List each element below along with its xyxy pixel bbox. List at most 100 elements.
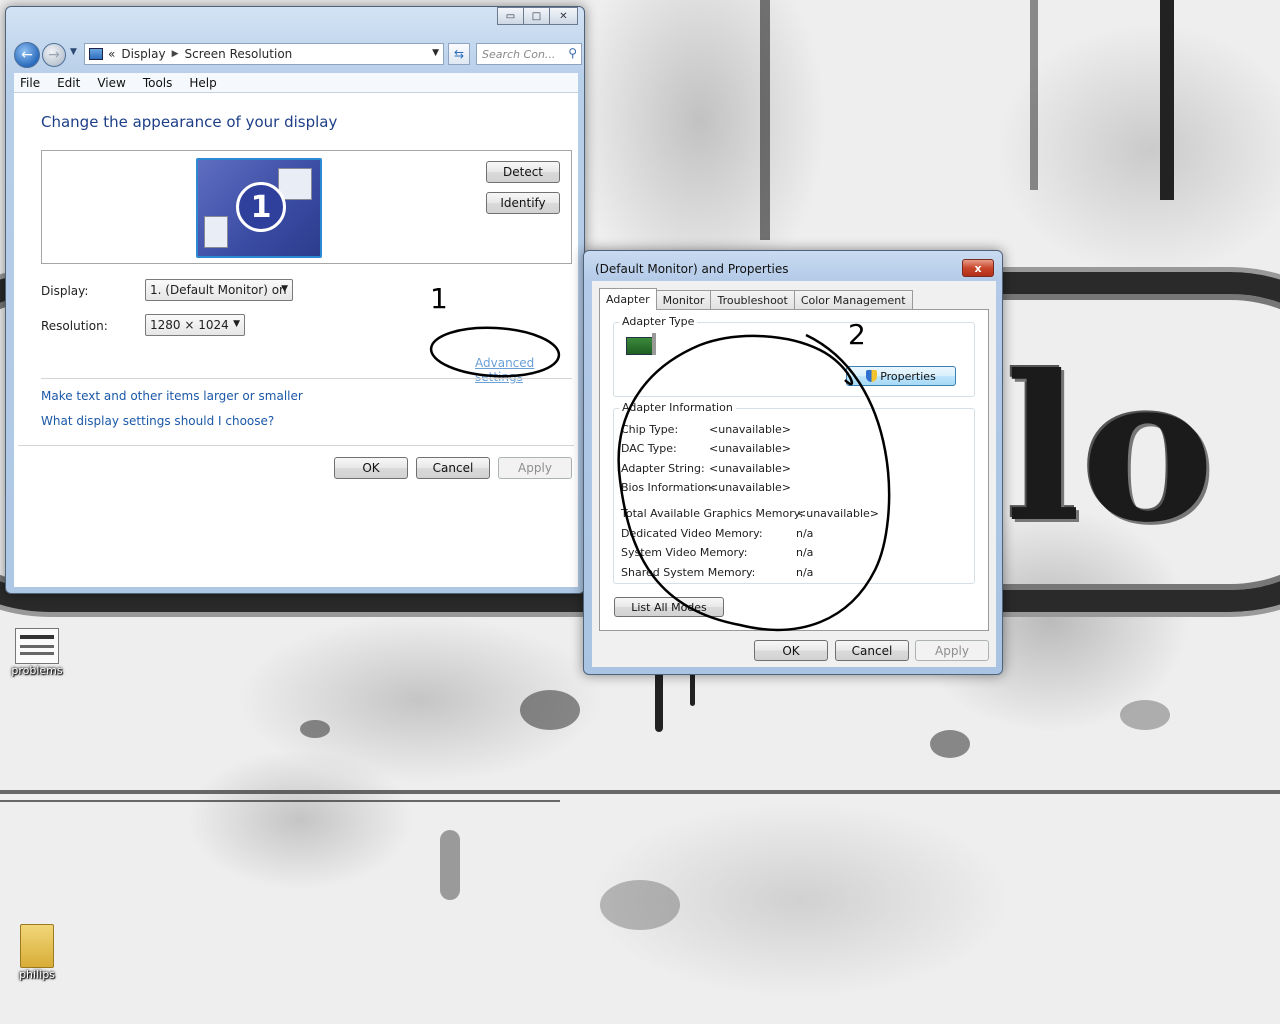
dialog-body: Adapter Monitor Troubleshoot Color Manag… [592, 281, 996, 667]
tab-monitor[interactable]: Monitor [655, 290, 712, 310]
refresh-button[interactable]: ⇆ [448, 43, 470, 65]
address-overflow[interactable]: « [108, 47, 115, 61]
menu-edit[interactable]: Edit [57, 76, 80, 90]
breadcrumb-screen-resolution[interactable]: Screen Resolution [185, 47, 293, 61]
address-dropdown-icon[interactable]: ▼ [432, 48, 439, 58]
cancel-button[interactable]: Cancel [416, 457, 490, 479]
search-input[interactable]: Search Con... ⚲ [476, 43, 582, 65]
wallpaper-bar [1030, 0, 1038, 190]
caption-buttons: ▭ □ ✕ [497, 7, 578, 25]
memory-label: Dedicated Video Memory: [621, 527, 763, 540]
display-select-value: 1. (Default Monitor) on [150, 283, 287, 297]
memory-value: <unavailable> [797, 507, 880, 520]
advanced-settings-link[interactable]: Advanced settings [475, 356, 578, 384]
close-icon: x [974, 261, 982, 275]
forward-button[interactable]: → [42, 43, 66, 67]
info-value: <unavailable> [709, 423, 792, 436]
wallpaper-bar [760, 0, 770, 240]
resolution-select[interactable]: 1280 × 1024 ▼ [145, 314, 245, 336]
wallpaper-drip [655, 672, 663, 732]
info-label: Adapter String: [621, 462, 705, 475]
back-arrow-icon: ← [21, 47, 33, 63]
forward-arrow-icon: → [48, 47, 60, 63]
adapter-properties-dialog: (Default Monitor) and Properties x Adapt… [583, 250, 1003, 675]
menu-file[interactable]: File [20, 76, 40, 90]
info-label: Bios Information: [621, 481, 715, 494]
display-label: Display: [41, 284, 89, 298]
wallpaper-splat [440, 830, 460, 900]
identify-button[interactable]: Identify [486, 192, 560, 214]
image-file-icon [15, 628, 59, 664]
recent-pages-button[interactable]: ▼ [70, 47, 77, 57]
back-button[interactable]: ← [14, 42, 40, 68]
tab-color-management[interactable]: Color Management [793, 290, 913, 310]
menu-help[interactable]: Help [189, 76, 216, 90]
monitor-number-badge: 1 [236, 182, 286, 232]
annotation-number-2: 2 [848, 318, 866, 351]
monitor-arrangement-area: 1 Detect Identify [41, 150, 572, 264]
adapter-properties-button[interactable]: Properties [846, 366, 956, 386]
wallpaper-streak [0, 790, 1280, 794]
adapter-type-group: Adapter Type Properties [613, 315, 975, 397]
chevron-down-icon: ▼ [281, 284, 288, 294]
desktop-icon-label: philips [19, 968, 55, 981]
display-select[interactable]: 1. (Default Monitor) on ▼ [145, 279, 293, 301]
monitor-1-tile[interactable]: 1 [196, 158, 322, 258]
search-icon[interactable]: ⚲ [568, 46, 577, 60]
info-value: <unavailable> [709, 442, 792, 455]
display-adapter-icon [626, 333, 656, 359]
window-thumbnail [204, 216, 228, 248]
tab-adapter[interactable]: Adapter [599, 288, 657, 310]
minimize-button[interactable]: ▭ [497, 7, 524, 25]
uac-shield-icon [866, 370, 878, 382]
refresh-icon: ⇆ [453, 47, 465, 61]
divider [41, 378, 572, 379]
info-value: <unavailable> [709, 462, 792, 475]
maximize-button[interactable]: □ [523, 7, 550, 25]
desktop-icon-label: problems [11, 664, 63, 677]
list-all-modes-button[interactable]: List All Modes [614, 597, 724, 617]
breadcrumb-separator-icon[interactable]: ▶ [172, 49, 179, 59]
memory-value: n/a [796, 566, 814, 579]
cancel-button[interactable]: Cancel [835, 640, 909, 661]
properties-button-label: Properties [880, 369, 936, 383]
tab-troubleshoot[interactable]: Troubleshoot [710, 290, 795, 310]
annotation-number-1: 1 [430, 282, 448, 315]
screen-resolution-content: Change the appearance of your display 1 … [14, 93, 578, 587]
wallpaper-splat [300, 720, 330, 738]
menu-view[interactable]: View [97, 76, 125, 90]
close-button[interactable]: x [962, 259, 994, 277]
wallpaper-splat [1120, 700, 1170, 730]
breadcrumb-display[interactable]: Display [121, 47, 165, 61]
ok-button[interactable]: OK [754, 640, 828, 661]
group-title: Adapter Information [619, 401, 736, 414]
info-label: Chip Type: [621, 423, 679, 436]
memory-label: System Video Memory: [621, 546, 748, 559]
resolution-label: Resolution: [41, 319, 108, 333]
detect-button[interactable]: Detect [486, 161, 560, 183]
display-help-link[interactable]: What display settings should I choose? [41, 414, 274, 428]
memory-label: Shared System Memory: [621, 566, 756, 579]
desktop-icon-philips[interactable]: philips [2, 924, 72, 981]
wallpaper-bar [1160, 0, 1174, 200]
wallpaper-letters: lo [1005, 332, 1215, 567]
wallpaper-drip [690, 672, 695, 706]
page-title: Change the appearance of your display [41, 113, 338, 131]
apply-button[interactable]: Apply [915, 640, 989, 661]
info-value: <unavailable> [709, 481, 792, 494]
dialog-title: (Default Monitor) and Properties [595, 262, 789, 276]
close-button[interactable]: ✕ [549, 7, 578, 25]
folder-icon [20, 924, 54, 968]
desktop-icon-problems[interactable]: problems [2, 628, 72, 677]
wallpaper-splat [600, 880, 680, 930]
ok-button[interactable]: OK [334, 457, 408, 479]
close-icon: ✕ [559, 10, 568, 22]
menu-tools[interactable]: Tools [143, 76, 173, 90]
address-bar[interactable]: « Display ▶ Screen Resolution ▼ [84, 43, 444, 65]
text-size-link[interactable]: Make text and other items larger or smal… [41, 389, 303, 403]
wallpaper-streak [0, 800, 560, 802]
apply-button[interactable]: Apply [498, 457, 572, 479]
memory-label: Total Available Graphics Memory: [621, 507, 804, 520]
maximize-icon: □ [531, 10, 542, 22]
wallpaper-splat [930, 730, 970, 758]
